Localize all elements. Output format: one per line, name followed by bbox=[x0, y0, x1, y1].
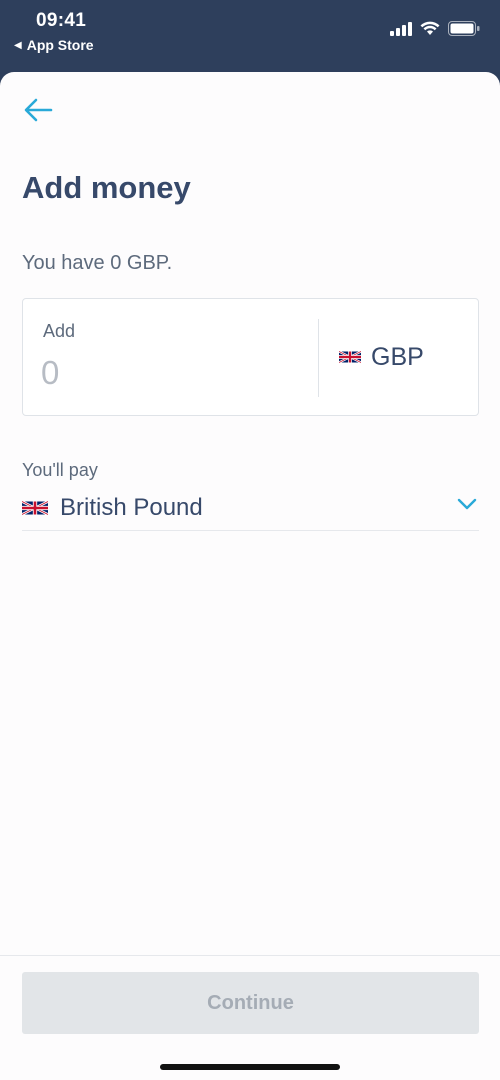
amount-input[interactable] bbox=[41, 353, 301, 393]
pay-currency-dropdown[interactable]: British Pound bbox=[22, 486, 479, 531]
currency-code: GBP bbox=[371, 342, 424, 371]
balance-text: You have 0 GBP. bbox=[22, 252, 173, 274]
page-title: Add money bbox=[22, 170, 191, 205]
pay-currency-name: British Pound bbox=[60, 494, 203, 521]
pay-label: You'll pay bbox=[22, 460, 98, 480]
amount-label: Add bbox=[43, 321, 76, 341]
home-indicator bbox=[160, 1064, 340, 1070]
status-bar: 09:41 ◀ App Store bbox=[0, 0, 500, 72]
currency-selector[interactable]: GBP bbox=[339, 337, 424, 377]
footer: Continue bbox=[0, 955, 500, 1080]
back-arrow-icon bbox=[24, 98, 53, 122]
cellular-signal-icon bbox=[390, 21, 412, 36]
back-button[interactable] bbox=[22, 94, 54, 126]
amount-card: Add GBP bbox=[22, 298, 479, 416]
back-to-app-store-link[interactable]: ◀ App Store bbox=[14, 37, 94, 53]
status-time: 09:41 bbox=[36, 10, 87, 31]
wifi-icon bbox=[420, 21, 440, 35]
chevron-down-icon bbox=[457, 498, 477, 510]
uk-flag-icon bbox=[22, 500, 48, 516]
back-triangle-icon: ◀ bbox=[14, 39, 22, 51]
uk-flag-icon bbox=[339, 350, 361, 364]
status-icons bbox=[390, 21, 480, 36]
back-app-label: App Store bbox=[26, 37, 94, 53]
continue-button[interactable]: Continue bbox=[22, 972, 479, 1034]
card-divider bbox=[318, 319, 319, 397]
add-money-sheet: Add money You have 0 GBP. Add GBP You'll… bbox=[0, 72, 500, 1080]
battery-icon bbox=[448, 21, 480, 36]
